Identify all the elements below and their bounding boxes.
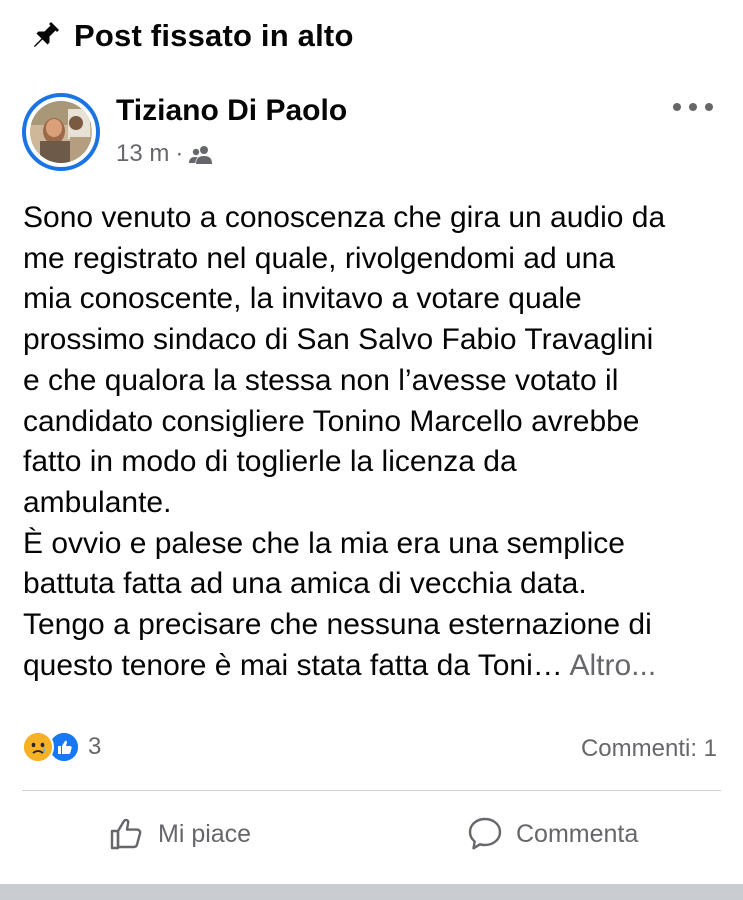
post-line: mia conoscente, la invitavo a votare qua… xyxy=(23,282,582,316)
like-button[interactable]: Mi piace xyxy=(108,806,251,862)
post-time[interactable]: 13 m xyxy=(116,140,169,168)
more-dot xyxy=(673,103,681,111)
post-line: Tengo a precisare che nessuna esternazio… xyxy=(23,608,652,642)
post-line: battuta fatta ad una amica di vecchia da… xyxy=(23,567,587,601)
avatar[interactable] xyxy=(22,93,100,171)
post-meta: 13 m · xyxy=(116,140,213,168)
more-options-button[interactable] xyxy=(673,95,713,119)
post-line: fatto in modo di toglierle la licenza da xyxy=(23,445,517,479)
post-line: me registrato nel quale, rivolgendomi ad… xyxy=(23,241,616,275)
thumbs-up-icon xyxy=(108,815,146,853)
reactions-summary[interactable]: 3 xyxy=(22,731,101,763)
post-last-line: questo tenore è mai stata fatta da Toni…… xyxy=(23,646,728,687)
author-name[interactable]: Tiziano Di Paolo xyxy=(116,94,347,128)
comments-count[interactable]: Commenti: 1 xyxy=(581,735,717,763)
post-line: Sono venuto a conoscenza che gira un aud… xyxy=(23,201,666,234)
more-dot xyxy=(689,103,697,111)
sad-reaction-icon xyxy=(22,731,54,763)
post-line: candidato consigliere Tonino Marcello av… xyxy=(23,404,640,438)
facebook-post-page: Post fissato in alto Tiziano Di Paolo 13… xyxy=(0,0,743,900)
comment-button-label: Commenta xyxy=(516,819,639,848)
comment-button[interactable]: Commenta xyxy=(466,806,638,862)
reactions-count: 3 xyxy=(88,733,102,760)
post-line: ambulante. xyxy=(23,485,172,519)
pinned-header: Post fissato in alto xyxy=(28,14,354,58)
friends-icon xyxy=(189,144,213,164)
post-line: prossimo sindaco di San Salvo Fabio Trav… xyxy=(23,323,654,357)
see-more-link[interactable]: Altro... xyxy=(569,649,656,682)
comment-icon xyxy=(466,815,504,853)
post-line: questo tenore è mai stata fatta da Toni… xyxy=(23,648,563,682)
pinned-title: Post fissato in alto xyxy=(74,18,354,53)
post-line: È ovvio e palese che la mia era una semp… xyxy=(23,526,625,560)
like-button-label: Mi piace xyxy=(158,819,252,848)
divider xyxy=(22,790,721,791)
more-dot xyxy=(705,103,713,111)
pin-icon xyxy=(28,19,62,53)
post-line: e che qualora la stessa non l’avesse vot… xyxy=(23,363,619,397)
post-body: Sono venuto a conoscenza che gira un aud… xyxy=(23,198,728,686)
meta-separator: · xyxy=(175,140,184,167)
feed-separator xyxy=(0,884,743,900)
